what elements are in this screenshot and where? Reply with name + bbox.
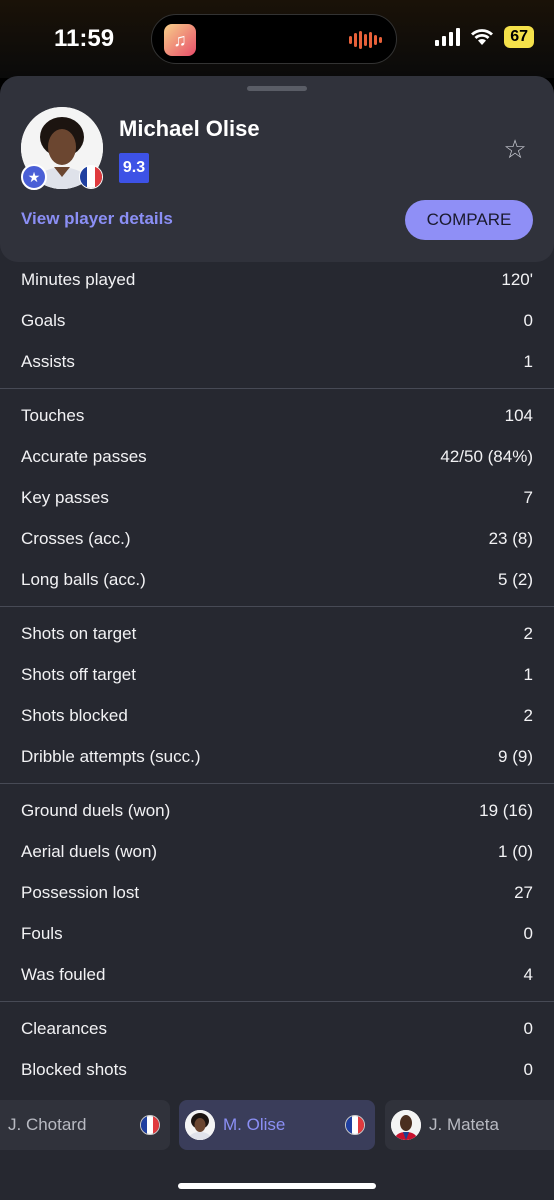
stat-value: 1 bbox=[523, 664, 533, 684]
stat-label: Blocked shots bbox=[21, 1059, 127, 1079]
stat-row: Goals 0 bbox=[0, 300, 554, 341]
stat-label: Aerial duels (won) bbox=[21, 841, 158, 861]
stats-list: Minutes played 120' Goals 0 Assists 1 Touches 1… bbox=[0, 259, 554, 1096]
stat-value: 0 bbox=[523, 1018, 533, 1038]
player-tab-olise[interactable]: M. Olise bbox=[179, 1100, 375, 1150]
player-tab-label: J. Chotard bbox=[8, 1115, 87, 1134]
stat-row: Accurate passes 42/50 (84%) bbox=[0, 436, 554, 477]
stat-row: Long balls (acc.) 5 (2) bbox=[0, 559, 554, 600]
stat-value: 23 (8) bbox=[488, 528, 533, 548]
dynamic-island[interactable]: ♫ bbox=[151, 14, 397, 64]
stat-row: Blocked shots 0 bbox=[0, 1049, 554, 1090]
stat-label: Fouls bbox=[21, 923, 63, 943]
wifi-icon bbox=[471, 29, 494, 45]
signal-icon bbox=[435, 28, 461, 46]
stat-value: 1 (0) bbox=[498, 841, 533, 861]
rating-badge: 9.3 bbox=[119, 153, 149, 183]
stat-row: Possession lost 27 bbox=[0, 872, 554, 913]
stat-label: Touches bbox=[21, 405, 85, 425]
stat-value: 0 bbox=[523, 923, 533, 943]
stat-label: Accurate passes bbox=[21, 446, 147, 466]
view-player-details-link[interactable]: View player details bbox=[21, 209, 173, 229]
stat-value: 27 bbox=[514, 882, 533, 902]
player-stats-sheet: ★ Michael Olise 9.3 ☆ View player detail… bbox=[0, 76, 554, 1200]
stats-group: Minutes played 120' Goals 0 Assists 1 bbox=[0, 259, 554, 389]
stat-value: 5 (2) bbox=[498, 569, 533, 589]
stats-group: Ground duels (won) 19 (16) Aerial duels (w… bbox=[0, 784, 554, 1002]
music-app-icon[interactable]: ♫ bbox=[164, 24, 196, 56]
player-tab-mateta[interactable]: J. Mateta bbox=[385, 1100, 554, 1150]
audio-wave-icon bbox=[349, 31, 382, 49]
stat-row: Shots blocked 2 bbox=[0, 695, 554, 736]
stat-label: Shots on target bbox=[21, 623, 137, 643]
compare-button[interactable]: COMPARE bbox=[405, 200, 533, 240]
stat-row: Clearances 0 bbox=[0, 1008, 554, 1049]
stat-row: Touches 104 bbox=[0, 395, 554, 436]
favorite-star-icon[interactable]: ☆ bbox=[500, 134, 530, 164]
stat-label: Ground duels (won) bbox=[21, 800, 171, 820]
stat-value: 1 bbox=[523, 351, 533, 371]
stat-label: Clearances bbox=[21, 1018, 107, 1038]
france-flag-icon bbox=[345, 1115, 365, 1135]
stat-label: Crosses (acc.) bbox=[21, 528, 131, 548]
stat-value: 7 bbox=[523, 487, 533, 507]
stat-label: Shots off target bbox=[21, 664, 136, 684]
stat-row: Fouls 0 bbox=[0, 913, 554, 954]
player-avatar bbox=[391, 1110, 421, 1140]
status-icons: 67 bbox=[435, 26, 534, 48]
stat-value: 19 (16) bbox=[479, 800, 533, 820]
stat-row: Shots on target 2 bbox=[0, 613, 554, 654]
stat-row: Minutes played 120' bbox=[0, 259, 554, 300]
player-header: ★ Michael Olise 9.3 ☆ View player detail… bbox=[0, 76, 554, 262]
stat-value: 2 bbox=[523, 705, 533, 725]
stats-group: Clearances 0 Blocked shots 0 bbox=[0, 1002, 554, 1096]
stat-row: Assists 1 bbox=[0, 341, 554, 382]
stat-value: 42/50 (84%) bbox=[440, 446, 533, 466]
stat-row: Aerial duels (won) 1 (0) bbox=[0, 831, 554, 872]
stat-row: Crosses (acc.) 23 (8) bbox=[0, 518, 554, 559]
france-flag-icon bbox=[79, 165, 103, 189]
stat-label: Long balls (acc.) bbox=[21, 569, 146, 589]
stat-row: Shots off target 1 bbox=[0, 654, 554, 695]
stat-label: Key passes bbox=[21, 487, 109, 507]
stat-value: 104 bbox=[504, 405, 533, 425]
stat-value: 9 (9) bbox=[498, 746, 533, 766]
player-tab-chotard[interactable]: J. Chotard bbox=[0, 1100, 170, 1150]
stat-label: Shots blocked bbox=[21, 705, 128, 725]
stat-row: Ground duels (won) 19 (16) bbox=[0, 790, 554, 831]
stat-row: Was fouled 4 bbox=[0, 954, 554, 995]
stat-value: 0 bbox=[523, 1059, 533, 1079]
player-tab-label: M. Olise bbox=[223, 1115, 286, 1134]
stat-label: Possession lost bbox=[21, 882, 140, 902]
sheet-grabber[interactable] bbox=[247, 86, 307, 91]
player-tab-label: J. Mateta bbox=[429, 1115, 499, 1134]
stat-value: 4 bbox=[523, 964, 533, 984]
stat-value: 0 bbox=[523, 310, 533, 330]
stat-label: Assists bbox=[21, 351, 75, 371]
home-indicator bbox=[178, 1183, 376, 1189]
stat-value: 120' bbox=[501, 269, 533, 289]
stats-group: Touches 104 Accurate passes 42/50 (84%) Key … bbox=[0, 389, 554, 607]
stat-label: Dribble attempts (succ.) bbox=[21, 746, 201, 766]
battery-indicator: 67 bbox=[504, 26, 534, 48]
france-flag-icon bbox=[140, 1115, 160, 1135]
stat-label: Goals bbox=[21, 310, 66, 330]
player-name: Michael Olise bbox=[119, 116, 260, 141]
status-bar: 11:59 ♫ 67 bbox=[0, 0, 554, 78]
stats-group: Shots on target 2 Shots off target 1 Shots b… bbox=[0, 607, 554, 784]
team-star-icon: ★ bbox=[21, 164, 47, 190]
stat-label: Minutes played bbox=[21, 269, 136, 289]
stat-value: 2 bbox=[523, 623, 533, 643]
player-avatar bbox=[185, 1110, 215, 1140]
stat-row: Key passes 7 bbox=[0, 477, 554, 518]
status-time: 11:59 bbox=[54, 25, 115, 52]
stat-label: Was fouled bbox=[21, 964, 106, 984]
stat-row: Dribble attempts (succ.) 9 (9) bbox=[0, 736, 554, 777]
